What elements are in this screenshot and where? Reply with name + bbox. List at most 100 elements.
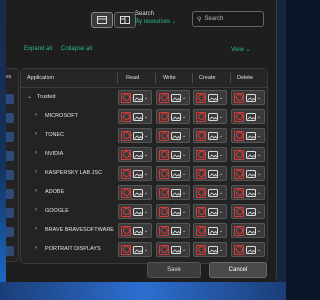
application-name: GOOGLE — [45, 208, 69, 214]
permission-create-control[interactable]: ⌄ — [193, 185, 227, 200]
image-icon — [246, 150, 256, 159]
left-panel-item[interactable] — [6, 227, 14, 237]
column-header-application[interactable]: Application — [27, 75, 54, 81]
table-row[interactable]: › KASPERSKY LAB JSC ⌄ ⌄ ⌄ ⌄ — [21, 164, 267, 183]
view-menu[interactable]: View ⌄ — [231, 46, 251, 53]
permission-delete-control[interactable]: ⌄ — [231, 166, 265, 181]
image-icon — [171, 131, 181, 140]
chevron-right-icon[interactable]: › — [35, 245, 37, 251]
permission-create-control[interactable]: ⌄ — [193, 128, 227, 143]
permission-create-control[interactable]: ⌄ — [193, 147, 227, 162]
left-panel-item[interactable] — [6, 132, 14, 142]
permission-create-control[interactable]: ⌄ — [193, 242, 227, 257]
table-row[interactable]: › TONEC ⌄ ⌄ ⌄ ⌄ — [21, 126, 267, 145]
permission-read-control[interactable]: ⌄ — [118, 204, 152, 219]
permission-write-control[interactable]: ⌄ — [156, 109, 190, 124]
left-panel-item[interactable] — [6, 189, 14, 199]
toolbar: Search By resources ⌄ ⚲ Search — [6, 0, 276, 34]
chevron-right-icon[interactable]: › — [35, 112, 37, 118]
permission-create-control[interactable]: ⌄ — [193, 109, 227, 124]
expand-all-link[interactable]: Expand all — [24, 46, 52, 52]
deny-icon — [196, 149, 206, 160]
cancel-button[interactable]: Cancel — [209, 262, 267, 278]
column-header-read[interactable]: Read — [126, 75, 139, 81]
permission-read-control[interactable]: ⌄ — [118, 223, 152, 238]
chevron-right-icon[interactable]: › — [35, 150, 37, 156]
image-icon — [133, 207, 143, 216]
permission-create-control[interactable]: ⌄ — [193, 223, 227, 238]
left-panel-item[interactable] — [6, 94, 14, 104]
permission-delete-control[interactable]: ⌄ — [231, 223, 265, 238]
image-icon — [133, 112, 143, 121]
column-header-delete[interactable]: Delete — [237, 75, 253, 81]
left-panel-item[interactable] — [6, 208, 14, 218]
chevron-down-icon: ⌄ — [172, 19, 177, 25]
permission-create-control[interactable]: ⌄ — [193, 166, 227, 181]
image-icon — [171, 207, 181, 216]
split-view-button[interactable] — [114, 12, 136, 28]
permission-create-control[interactable]: ⌄ — [193, 204, 227, 219]
deny-icon — [159, 244, 169, 255]
search-input[interactable]: ⚲ Search — [192, 11, 264, 27]
permission-delete-control[interactable]: ⌄ — [231, 242, 265, 257]
permission-read-control[interactable]: ⌄ — [118, 109, 152, 124]
permission-write-control[interactable]: ⌄ — [156, 223, 190, 238]
save-button[interactable]: Save — [147, 262, 201, 278]
permission-delete-control[interactable]: ⌄ — [231, 128, 265, 143]
deny-icon — [121, 149, 131, 160]
permission-read-control[interactable]: ⌄ — [118, 147, 152, 162]
chevron-right-icon[interactable]: › — [35, 169, 37, 175]
table-row[interactable]: › PORTRAIT DISPLAYS ⌄ ⌄ ⌄ ⌄ — [21, 240, 267, 259]
permission-write-control[interactable]: ⌄ — [156, 147, 190, 162]
permission-write-control[interactable]: ⌄ — [156, 166, 190, 181]
chevron-down-icon: ⌄ — [219, 170, 224, 177]
permission-delete-control[interactable]: ⌄ — [231, 204, 265, 219]
image-icon — [171, 245, 181, 254]
list-view-button[interactable] — [91, 12, 113, 28]
chevron-down-icon[interactable]: ⌄ — [27, 93, 32, 100]
footer: Save Cancel — [6, 262, 276, 282]
permission-write-control[interactable]: ⌄ — [156, 204, 190, 219]
split-view-icon — [120, 16, 130, 24]
permission-read-control[interactable]: ⌄ — [118, 242, 152, 257]
permission-write-control[interactable]: ⌄ — [156, 128, 190, 143]
permission-delete-control[interactable]: ⌄ — [231, 109, 265, 124]
permission-write-control[interactable]: ⌄ — [156, 90, 190, 105]
chevron-down-icon: ⌄ — [182, 246, 187, 253]
chevron-right-icon[interactable]: › — [35, 207, 37, 213]
image-icon — [171, 188, 181, 197]
permission-write-control[interactable]: ⌄ — [156, 242, 190, 257]
chevron-down-icon: ⌄ — [182, 151, 187, 158]
chevron-right-icon[interactable]: › — [35, 131, 37, 137]
permission-delete-control[interactable]: ⌄ — [231, 185, 265, 200]
group-row-trusted[interactable]: ⌄ Trusted ⌄ ⌄ ⌄ ⌄ — [21, 88, 267, 107]
permission-read-control[interactable]: ⌄ — [118, 128, 152, 143]
permission-write-control[interactable]: ⌄ — [156, 185, 190, 200]
image-icon — [246, 245, 256, 254]
left-panel-item[interactable] — [6, 246, 14, 256]
chevron-right-icon[interactable]: › — [35, 226, 37, 232]
chevron-down-icon: ⌄ — [144, 208, 149, 215]
table-row[interactable]: › BRAVE BRAVESOFTWARE ⌄ ⌄ ⌄ ⌄ — [21, 221, 267, 240]
left-panel-item[interactable] — [6, 170, 14, 180]
permission-create-control[interactable]: ⌄ — [193, 90, 227, 105]
collapse-all-link[interactable]: Collapse all — [61, 46, 92, 52]
permissions-window: Search By resources ⌄ ⚲ Search Expand all… — [6, 0, 277, 282]
permission-read-control[interactable]: ⌄ — [118, 90, 152, 105]
left-panel-item[interactable] — [6, 113, 14, 123]
column-header-create[interactable]: Create — [199, 75, 216, 81]
table-row[interactable]: › NVIDIA ⌄ ⌄ ⌄ ⌄ — [21, 145, 267, 164]
table-row[interactable]: › GOOGLE ⌄ ⌄ ⌄ ⌄ — [21, 202, 267, 221]
chevron-down-icon: ⌄ — [257, 94, 262, 101]
left-panel-item[interactable] — [6, 151, 14, 161]
chevron-right-icon[interactable]: › — [35, 188, 37, 194]
permission-delete-control[interactable]: ⌄ — [231, 147, 265, 162]
list-view-icon — [97, 16, 107, 24]
search-scope-dropdown[interactable]: By resources ⌄ — [135, 19, 176, 25]
permission-delete-control[interactable]: ⌄ — [231, 90, 265, 105]
permission-read-control[interactable]: ⌄ — [118, 185, 152, 200]
column-header-write[interactable]: Write — [163, 75, 176, 81]
table-row[interactable]: › ADOBE ⌄ ⌄ ⌄ ⌄ — [21, 183, 267, 202]
permission-read-control[interactable]: ⌄ — [118, 166, 152, 181]
table-row[interactable]: › MICROSOFT ⌄ ⌄ ⌄ ⌄ — [21, 107, 267, 126]
